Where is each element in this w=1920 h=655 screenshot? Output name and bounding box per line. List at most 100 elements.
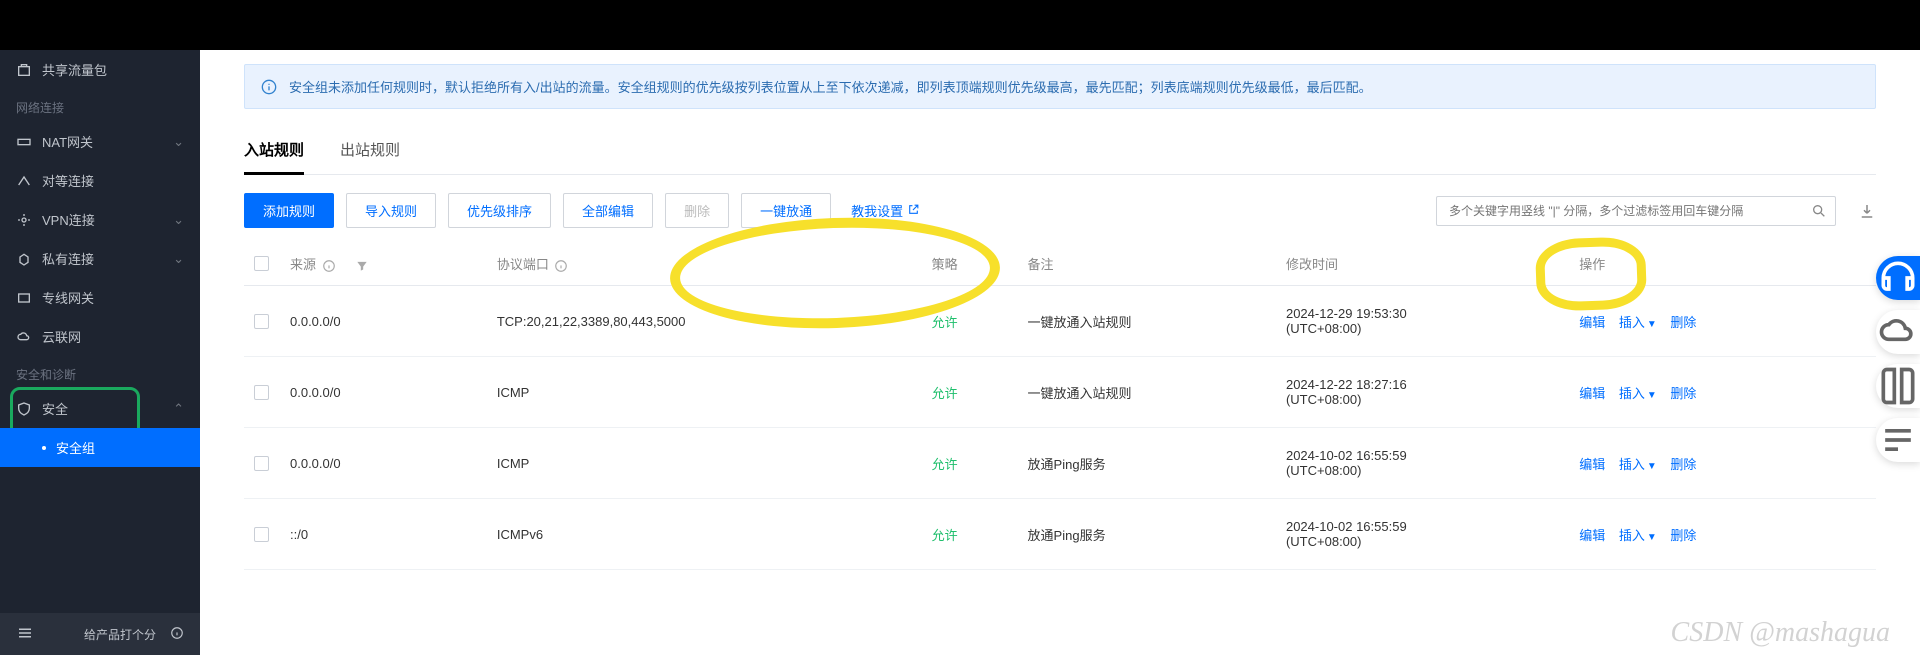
chevron-up-icon: ⌃ xyxy=(173,401,184,417)
search-input[interactable] xyxy=(1445,197,1811,225)
table-row: 0.0.0.0/0 ICMP 允许 放通Ping服务 2024-10-02 16… xyxy=(244,428,1876,499)
edit-link[interactable]: 编辑 xyxy=(1579,386,1605,401)
one-click-button[interactable]: 一键放通 xyxy=(741,193,831,228)
cell-remark: 一键放通入站规则 xyxy=(1018,286,1276,357)
row-checkbox[interactable] xyxy=(254,385,269,400)
info-alert: 安全组未添加任何规则时，默认拒绝所有入/出站的流量。安全组规则的优先级按列表位置… xyxy=(244,64,1876,109)
info-icon[interactable] xyxy=(322,259,336,273)
cell-policy: 允许 xyxy=(922,499,1018,570)
sidebar-item-vpn[interactable]: VPN连接 ⌄ xyxy=(0,200,200,239)
delete-link[interactable]: 删除 xyxy=(1670,315,1696,330)
tab-inbound[interactable]: 入站规则 xyxy=(244,131,304,175)
row-checkbox[interactable] xyxy=(254,314,269,329)
row-checkbox[interactable] xyxy=(254,456,269,471)
search-icon[interactable] xyxy=(1811,203,1827,219)
delete-link[interactable]: 删除 xyxy=(1670,386,1696,401)
vpn-icon xyxy=(16,212,32,228)
insert-link[interactable]: 插入▼ xyxy=(1619,457,1657,472)
private-icon xyxy=(16,251,32,267)
table-row: 0.0.0.0/0 TCP:20,21,22,3389,80,443,5000 … xyxy=(244,286,1876,357)
cell-source: 0.0.0.0/0 xyxy=(280,286,487,357)
cell-policy: 允许 xyxy=(922,428,1018,499)
cell-remark: 放通Ping服务 xyxy=(1018,499,1276,570)
sidebar-label: 安全 xyxy=(42,399,68,418)
cell-remark: 放通Ping服务 xyxy=(1018,428,1276,499)
col-source: 来源 xyxy=(280,242,487,286)
cell-source: 0.0.0.0/0 xyxy=(280,357,487,428)
tab-outbound[interactable]: 出站规则 xyxy=(340,131,400,174)
col-ops: 操作 xyxy=(1569,242,1876,286)
shield-icon xyxy=(16,401,32,417)
col-protocol: 协议端口 xyxy=(487,242,922,286)
support-button[interactable] xyxy=(1876,256,1920,300)
cell-mtime: 2024-12-29 19:53:30(UTC+08:00) xyxy=(1276,286,1569,357)
cell-ops: 编辑 插入▼ 删除 xyxy=(1569,428,1876,499)
edit-link[interactable]: 编辑 xyxy=(1579,315,1605,330)
cloud-dock-button[interactable] xyxy=(1876,310,1920,354)
filter-icon[interactable] xyxy=(355,259,369,273)
cell-protocol: ICMP xyxy=(487,357,922,428)
delete-link[interactable]: 删除 xyxy=(1670,528,1696,543)
download-icon[interactable] xyxy=(1858,202,1876,220)
sidebar-item-security[interactable]: 安全 ⌃ xyxy=(0,389,200,428)
caret-down-icon: ▼ xyxy=(1647,390,1657,401)
insert-link[interactable]: 插入▼ xyxy=(1619,528,1657,543)
search-box[interactable] xyxy=(1436,196,1836,226)
menu-icon xyxy=(16,624,34,645)
row-checkbox[interactable] xyxy=(254,527,269,542)
peering-icon xyxy=(16,173,32,189)
info-icon[interactable] xyxy=(554,259,568,273)
external-link-icon xyxy=(907,203,920,219)
nat-icon xyxy=(16,134,32,150)
docs-dock-button[interactable] xyxy=(1876,364,1920,408)
sidebar-item-private[interactable]: 私有连接 ⌄ xyxy=(0,239,200,278)
col-mtime: 修改时间 xyxy=(1276,242,1569,286)
sidebar-label: VPN连接 xyxy=(42,210,95,229)
sidebar-label: 安全组 xyxy=(56,438,95,457)
sidebar-label: 私有连接 xyxy=(42,249,94,268)
cloud-icon xyxy=(16,329,32,345)
sidebar-label: NAT网关 xyxy=(42,132,93,151)
insert-link[interactable]: 插入▼ xyxy=(1619,386,1657,401)
sidebar-label: 共享流量包 xyxy=(42,60,107,79)
edit-link[interactable]: 编辑 xyxy=(1579,457,1605,472)
sort-button[interactable]: 优先级排序 xyxy=(448,193,551,228)
cell-protocol: TCP:20,21,22,3389,80,443,5000 xyxy=(487,286,922,357)
delete-button[interactable]: 删除 xyxy=(665,193,729,228)
list-dock-button[interactable] xyxy=(1876,418,1920,462)
import-rule-button[interactable]: 导入规则 xyxy=(346,193,436,228)
cell-mtime: 2024-12-22 18:27:16(UTC+08:00) xyxy=(1276,357,1569,428)
select-all-checkbox[interactable] xyxy=(254,256,269,271)
sidebar-label: 对等连接 xyxy=(42,171,94,190)
caret-down-icon: ▼ xyxy=(1647,319,1657,330)
rating-bar[interactable]: 给产品打个分 xyxy=(0,613,200,655)
edit-link[interactable]: 编辑 xyxy=(1579,528,1605,543)
package-icon xyxy=(16,62,32,78)
sidebar-item-shared-traffic[interactable]: 共享流量包 xyxy=(0,50,200,89)
main-content: 安全组未添加任何规则时，默认拒绝所有入/出站的流量。安全组规则的优先级按列表位置… xyxy=(200,50,1920,655)
sidebar-group-network: 网络连接 xyxy=(0,89,200,122)
cell-mtime: 2024-10-02 16:55:59(UTC+08:00) xyxy=(1276,428,1569,499)
edit-all-button[interactable]: 全部编辑 xyxy=(563,193,653,228)
caret-down-icon: ▼ xyxy=(1647,461,1657,472)
rules-table: 来源 协议端口 策略 备注 修改时间 操作 0.0.0.0/0 TCP:20,2 xyxy=(244,242,1876,570)
sidebar-item-ccn[interactable]: 云联网 xyxy=(0,317,200,356)
top-black-bar xyxy=(0,0,1920,50)
delete-link[interactable]: 删除 xyxy=(1670,457,1696,472)
col-remark: 备注 xyxy=(1018,242,1276,286)
table-row: 0.0.0.0/0 ICMP 允许 一键放通入站规则 2024-12-22 18… xyxy=(244,357,1876,428)
sidebar-item-security-group[interactable]: 安全组 xyxy=(0,428,200,467)
cell-source: 0.0.0.0/0 xyxy=(280,428,487,499)
sidebar-item-peering[interactable]: 对等连接 xyxy=(0,161,200,200)
cell-policy: 允许 xyxy=(922,357,1018,428)
sidebar-item-direct[interactable]: 专线网关 xyxy=(0,278,200,317)
chevron-down-icon: ⌄ xyxy=(173,212,184,228)
sidebar-label: 云联网 xyxy=(42,327,81,346)
sidebar-item-nat[interactable]: NAT网关 ⌄ xyxy=(0,122,200,161)
add-rule-button[interactable]: 添加规则 xyxy=(244,193,334,228)
chevron-down-icon: ⌄ xyxy=(173,251,184,267)
teach-me-link[interactable]: 教我设置 xyxy=(851,201,920,220)
right-dock xyxy=(1876,256,1920,462)
teach-me-label: 教我设置 xyxy=(851,201,903,220)
insert-link[interactable]: 插入▼ xyxy=(1619,315,1657,330)
